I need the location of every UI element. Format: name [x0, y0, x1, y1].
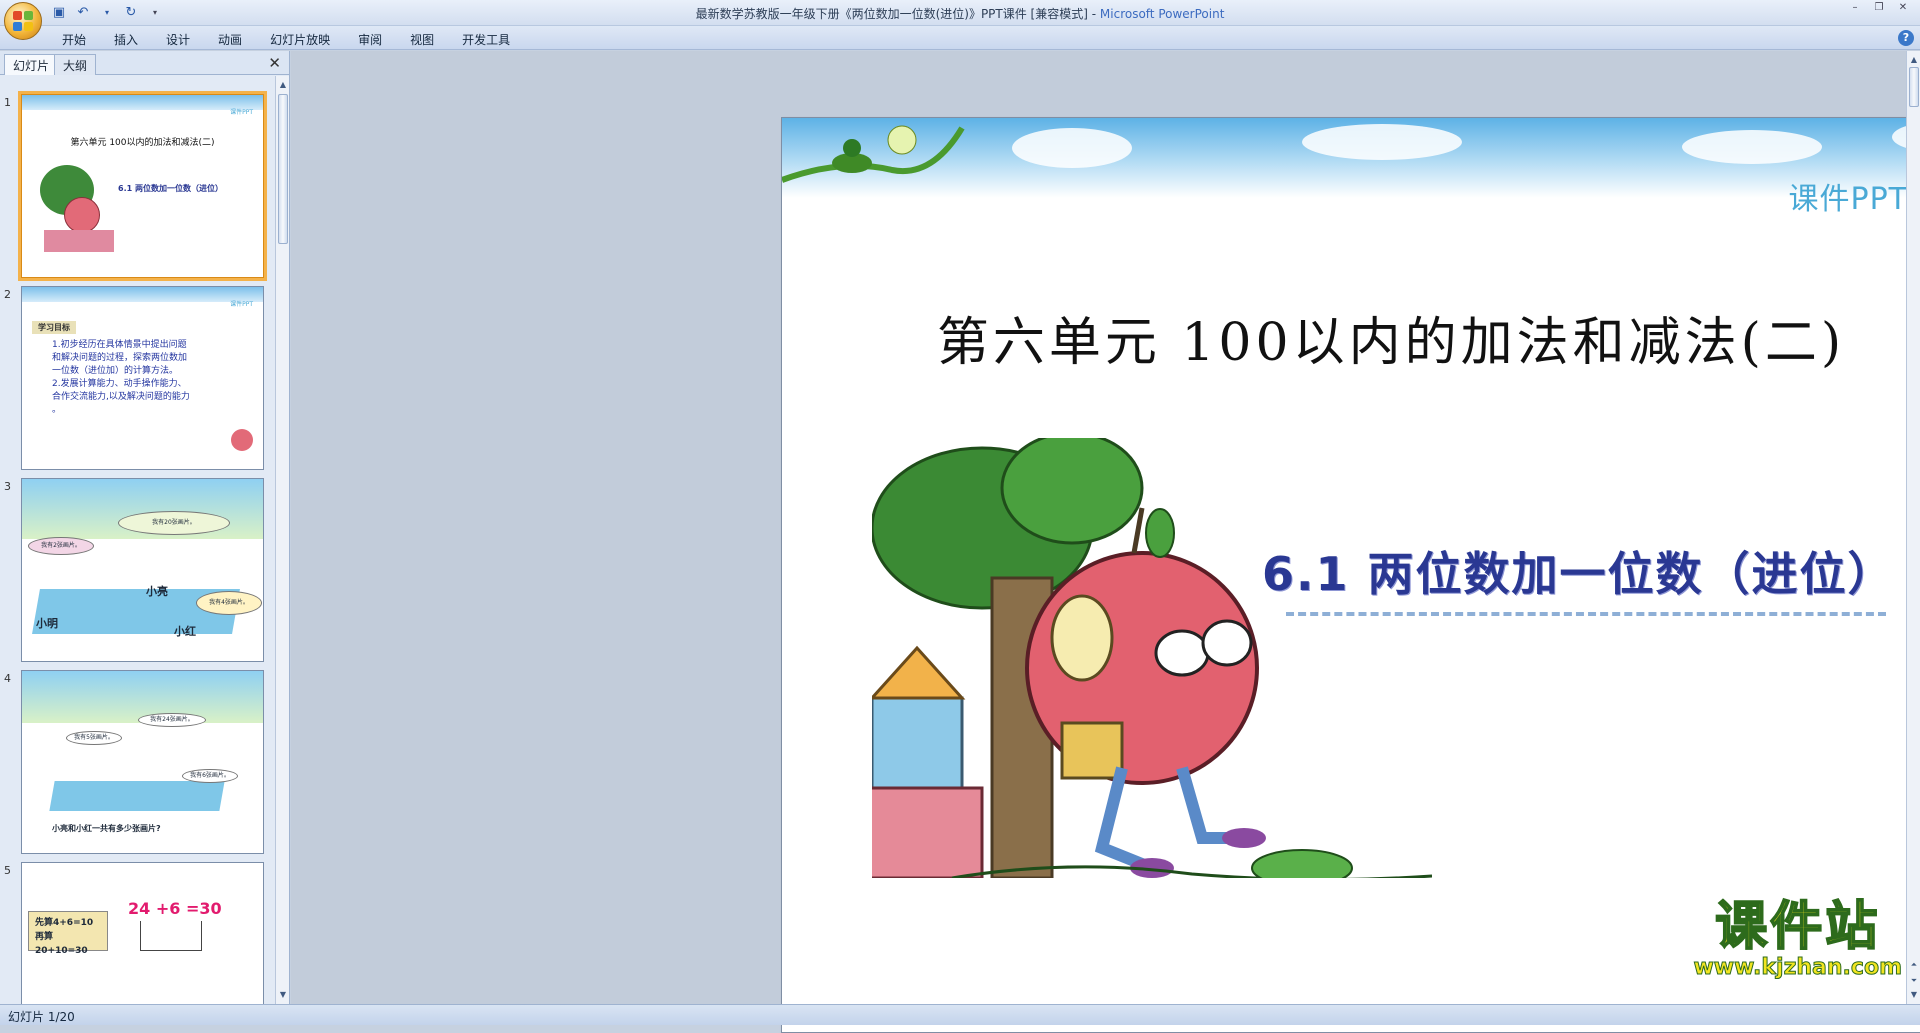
vine-decoration [782, 125, 965, 183]
steps-note: 先算4+6=10 再算20+10=30 [28, 911, 108, 956]
thumb-tag: 课件PPT [230, 109, 253, 116]
window-title: 最新数学苏教版一年级下册《两位数加一位数(进位)》PPT课件 [兼容模式] - … [0, 5, 1920, 22]
tab-home[interactable]: 开始 [48, 29, 100, 50]
close-pane-icon[interactable]: ✕ [268, 54, 281, 72]
speech-bubble: 我有2张画片。 [28, 537, 94, 555]
slides-pane: 幻灯片 大纲 ✕ 1 课件PPT 第六单元 100以内的加法和减法(二) 6.1… [0, 51, 290, 1004]
question-text: 小亮和小红一共有多少张画片? [52, 824, 161, 833]
watermark-brand: 课件站 [1714, 897, 1881, 957]
speech-bubble: 我有4张画片。 [196, 591, 262, 615]
courseware-tag: 课件PPT [1788, 182, 1908, 217]
step-line: 先算4+6=10 [35, 918, 94, 928]
slide-number: 3 [4, 480, 11, 493]
app-name: Microsoft PowerPoint [1099, 7, 1225, 21]
slide-thumbnail-5[interactable]: 24 +6 =30 先算4+6=10 再算20+10=30 [21, 862, 264, 1004]
thumb-header [22, 287, 263, 302]
slide-indicator: 幻灯片 1/20 [8, 1010, 75, 1024]
close-window-icon[interactable]: ✕ [1892, 2, 1914, 16]
tab-design[interactable]: 设计 [152, 29, 204, 50]
document-title: 最新数学苏教版一年级下册《两位数加一位数(进位)》PPT课件 [兼容模式] [695, 7, 1088, 21]
watermark-logo: 课件站 www.kjzhan.com [1693, 897, 1903, 981]
slide-editor: 课件PPT 第六单元 100以内的加法和减法(二) 6.1 两位数加一位数（进位… [291, 51, 1920, 1033]
slide-thumbnail-1[interactable]: 课件PPT 第六单元 100以内的加法和减法(二) 6.1 两位数加一位数（进位… [21, 94, 264, 278]
tab-slides[interactable]: 幻灯片 [4, 54, 59, 75]
slide-number: 4 [4, 672, 11, 685]
thumb-title: 第六单元 100以内的加法和减法(二) [70, 138, 215, 148]
scroll-thumb[interactable] [1909, 67, 1919, 107]
house-illustration [44, 230, 114, 252]
tab-review[interactable]: 审阅 [344, 29, 396, 50]
tab-slide-show[interactable]: 幻灯片放映 [256, 29, 344, 50]
scroll-up-icon[interactable]: ▲ [277, 78, 289, 92]
objective-line: 和解决问题的过程，探索两位数加 [52, 353, 188, 363]
slide-thumbnail-4[interactable]: 我有24张画片。 我有5张画片。 我有6张画片。 小亮和小红一共有多少张画片? [21, 670, 264, 854]
thumb-heading: 学习目标 [32, 321, 76, 334]
split-diagram [140, 921, 202, 951]
equation: 24 +6 =30 [128, 899, 222, 918]
slide-number: 5 [4, 864, 11, 877]
tab-animations[interactable]: 动画 [204, 29, 256, 50]
ribbon: 开始 插入 设计 动画 幻灯片放映 审阅 视图 开发工具 ? [0, 26, 1920, 50]
objective-line: 合作交流能力,以及解决问题的能力 [52, 392, 190, 402]
window-controls: – ❐ ✕ [1844, 2, 1914, 16]
apple-illustration [231, 429, 253, 451]
equation-result: =30 [185, 899, 222, 918]
editor-scrollbar[interactable]: ▲ ⏶ ⏷ ▼ [1906, 51, 1920, 1004]
speech-bubble: 我有24张画片。 [138, 713, 206, 727]
title-separator: - [1087, 7, 1100, 21]
apple-tree-illustration [872, 438, 1432, 878]
mat-illustration [49, 781, 225, 811]
status-bar: 幻灯片 1/20 [0, 1004, 1920, 1025]
title-bar: ▣ ↶ ▾ ↻ ▾ 最新数学苏教版一年级下册《两位数加一位数(进位)》PPT课件… [0, 0, 1920, 40]
scroll-thumb[interactable] [278, 94, 288, 244]
objective-line: 2.发展计算能力、动手操作能力、 [52, 379, 187, 389]
tab-view[interactable]: 视图 [396, 29, 448, 50]
thumb-tag: 课件PPT [230, 301, 253, 308]
slide-thumbnail-2[interactable]: 课件PPT 学习目标 1.初步经历在具体情景中提出问题 和解决问题的过程，探索两… [21, 286, 264, 470]
subtitle-underline [1286, 612, 1886, 616]
apple-illustration [64, 197, 100, 233]
speech-bubble: 我有6张画片。 [182, 769, 238, 783]
step-line: 再算20+10=30 [35, 932, 88, 956]
equation-term: 24 [128, 899, 151, 918]
character-label: 小亮 [146, 585, 168, 598]
scroll-down-icon[interactable]: ▼ [1908, 988, 1920, 1002]
scroll-up-icon[interactable]: ▲ [1908, 53, 1920, 67]
help-icon[interactable]: ? [1898, 30, 1914, 46]
character-label: 小明 [36, 617, 58, 630]
thumbnail-list: 1 课件PPT 第六单元 100以内的加法和减法(二) 6.1 两位数加一位数（… [0, 76, 276, 1004]
character-label: 小红 [174, 625, 196, 638]
thumb-subtitle: 6.1 两位数加一位数（进位） [118, 184, 223, 193]
thumb-objectives: 1.初步经历在具体情景中提出问题 和解决问题的过程，探索两位数加 一位数（进位加… [52, 339, 190, 417]
prev-slide-icon[interactable]: ⏶ [1908, 958, 1920, 972]
watermark-url: www.kjzhan.com [1693, 955, 1903, 981]
objective-line: 。 [52, 405, 62, 415]
pane-tabs: 幻灯片 大纲 ✕ [0, 51, 289, 75]
minimize-icon[interactable]: – [1844, 2, 1866, 16]
speech-bubble: 我有20张画片。 [118, 511, 230, 535]
tab-insert[interactable]: 插入 [100, 29, 152, 50]
objective-line: 一位数（进位加）的计算方法。 [52, 366, 179, 376]
equation-term: +6 [155, 899, 181, 918]
restore-icon[interactable]: ❐ [1868, 2, 1890, 16]
objective-line: 1.初步经历在具体情景中提出问题 [52, 340, 187, 350]
slides-pane-scrollbar[interactable]: ▲ ▼ [275, 76, 289, 1004]
thumb-header [22, 95, 263, 110]
scroll-down-icon[interactable]: ▼ [277, 988, 289, 1002]
office-button[interactable] [4, 2, 42, 40]
slide-subtitle: 6.1 两位数加一位数（进位） [1262, 547, 1896, 601]
slide-title: 第六单元 100以内的加法和减法(二) [936, 313, 1846, 373]
slide-number: 1 [4, 96, 11, 109]
slide-thumbnail-3[interactable]: 我有20张画片。 我有2张画片。 我有4张画片。 小亮 小明 小红 [21, 478, 264, 662]
tab-outline[interactable]: 大纲 [54, 54, 97, 75]
speech-bubble: 我有5张画片。 [66, 731, 122, 745]
tab-developer[interactable]: 开发工具 [448, 29, 524, 50]
slide-number: 2 [4, 288, 11, 301]
office-logo-icon [13, 11, 33, 31]
next-slide-icon[interactable]: ⏷ [1908, 974, 1920, 988]
ribbon-tabs: 开始 插入 设计 动画 幻灯片放映 审阅 视图 开发工具 [48, 29, 524, 50]
current-slide[interactable]: 课件PPT 第六单元 100以内的加法和减法(二) 6.1 两位数加一位数（进位… [781, 117, 1920, 1033]
